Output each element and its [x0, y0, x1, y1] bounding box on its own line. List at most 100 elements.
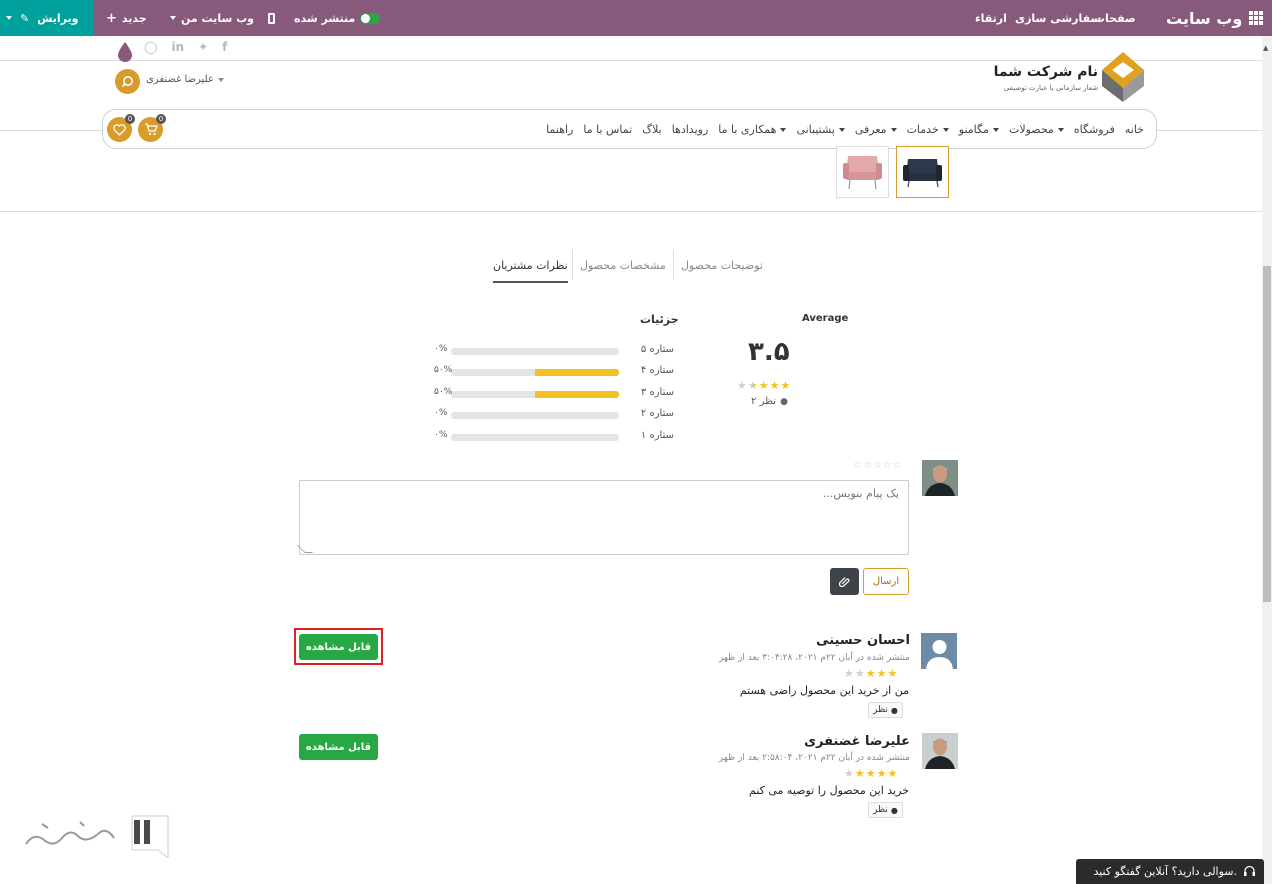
blue-sofa-image	[903, 159, 942, 188]
apps-grid-icon	[1249, 11, 1263, 25]
user-photo-image	[922, 460, 958, 496]
highlight-box	[294, 628, 383, 665]
nav-services[interactable]: خدمات	[907, 123, 949, 136]
star-full-icon: ★	[865, 667, 876, 680]
search-button[interactable]	[115, 69, 140, 94]
chevron-down-icon	[170, 16, 176, 20]
average-label: Average	[802, 313, 849, 324]
nav-products-label: محصولات	[1008, 123, 1054, 136]
reply-button[interactable]: نظر ●	[868, 702, 903, 718]
nav-about-label: معرفی	[854, 123, 887, 136]
user-name-label: علیرضا غضنفری	[146, 74, 214, 85]
edit-button[interactable]: ✎ ویرایش	[0, 0, 94, 36]
tab-specifications[interactable]: مشخصات محصول	[580, 250, 666, 283]
cart-count-badge: 0	[156, 114, 166, 124]
social-links: ◯ in ✦ f	[144, 40, 227, 54]
rating-row-label: ۳ ستاره	[640, 387, 674, 398]
product-thumbnail-pink-sofa[interactable]	[836, 146, 889, 198]
star-empty-icon[interactable]: ☆	[883, 461, 892, 471]
composer-rating-stars[interactable]: ☆ ☆ ☆ ☆ ☆	[853, 461, 902, 471]
nav-careers-label: همکاری با ما	[718, 123, 777, 136]
facebook-icon[interactable]: f	[222, 40, 227, 54]
nav-support-label: پشتیبانی	[796, 123, 835, 136]
star-full-icon: ★	[876, 667, 887, 680]
rating-row-2: ۲ ستاره ۰%	[420, 408, 680, 422]
review-text: خرید این محصول را توصیه می کنم	[749, 784, 909, 797]
nav-shop[interactable]: فروشگاه	[1074, 123, 1115, 136]
product-thumbnail-blue-sofa[interactable]	[896, 146, 949, 198]
nav-products[interactable]: محصولات	[1009, 123, 1064, 136]
menu-customize[interactable]: سفارشی سازی	[1015, 0, 1101, 36]
chevron-down-icon	[942, 127, 949, 132]
cart-button[interactable]: 0	[138, 114, 166, 142]
tab-customer-reviews[interactable]: نظرات مشتریان	[493, 250, 568, 283]
nav-careers[interactable]: همکاری با ما	[718, 123, 787, 136]
mobile-icon	[268, 12, 275, 24]
rating-bar-track	[451, 369, 619, 376]
star-empty-icon: ★	[844, 667, 854, 680]
star-empty-icon[interactable]: ☆	[873, 461, 882, 471]
menu-pages[interactable]: صفحات	[1094, 0, 1136, 36]
comment-icon: ●	[890, 705, 898, 715]
my-website-dropdown[interactable]: وب سایت من	[170, 0, 254, 36]
mobile-preview-button[interactable]	[268, 0, 275, 36]
apps-menu[interactable]	[1249, 0, 1263, 36]
review-text: من از خرید این محصول راضی هستم	[739, 684, 909, 697]
logo-slogan: شعار سازمانی یا عبارت توصیفی	[1003, 84, 1098, 92]
headset-icon	[1244, 865, 1255, 876]
nav-menu: خانه فروشگاه محصولات مگامنو خدمات معرفی …	[546, 123, 1144, 136]
star-empty-icon[interactable]: ☆	[893, 461, 902, 471]
publish-toggle[interactable]: منتشر شده	[294, 0, 381, 36]
rating-bar-track	[451, 412, 619, 419]
paperclip-icon	[839, 577, 850, 587]
send-button[interactable]: ارسال	[863, 568, 909, 595]
star-full-icon: ★	[887, 667, 898, 680]
scroll-up-icon[interactable]: ▲	[1263, 44, 1268, 52]
star-full-icon: ★	[780, 379, 791, 392]
instagram-icon[interactable]: ◯	[144, 40, 157, 54]
nav-about[interactable]: معرفی	[855, 123, 897, 136]
rating-bar-track	[451, 348, 619, 355]
star-empty-icon[interactable]: ☆	[853, 461, 862, 471]
attach-button[interactable]	[830, 568, 859, 595]
rating-bar-track	[451, 434, 619, 441]
menu-upgrade[interactable]: ارتقاء	[975, 0, 1007, 36]
star-full-icon: ★	[876, 767, 887, 780]
visibility-button[interactable]: قابل مشاهده	[299, 734, 378, 760]
wishlist-button[interactable]: 0	[107, 114, 135, 142]
live-chat-button[interactable]: سوالی دارید؟ آنلاین گفتگو کنید.	[1076, 859, 1264, 884]
star-empty-icon[interactable]: ☆	[863, 461, 872, 471]
product-tabs: توضیحات محصول مشخصات محصول نظرات مشتریان	[470, 250, 770, 283]
nav-blog[interactable]: بلاگ	[642, 123, 661, 136]
wishlist-count-badge: 0	[125, 114, 135, 124]
star-empty-icon: ★	[854, 667, 865, 680]
chevron-down-icon	[992, 127, 999, 132]
nav-events[interactable]: رویدادها	[672, 123, 709, 136]
heart-icon	[113, 123, 126, 136]
nav-support[interactable]: پشتیبانی	[796, 123, 845, 136]
review-stars: ★ ★ ★ ★ ★	[844, 668, 897, 679]
page-scrollbar[interactable]: ▲	[1262, 36, 1272, 884]
company-logo[interactable]: نام شرکت شما شعار سازمانی یا عبارت توصیف…	[994, 50, 1146, 104]
nav-services-label: خدمات	[906, 123, 939, 136]
edit-caret-icon[interactable]	[6, 16, 12, 20]
nav-contact[interactable]: تماس با ما	[583, 123, 632, 136]
website-brand[interactable]: وب سایت	[1166, 0, 1242, 36]
avatar	[921, 633, 957, 669]
toggle-switch-icon[interactable]	[360, 12, 381, 24]
rating-row-label: ۵ ستاره	[640, 344, 674, 355]
nav-help[interactable]: راهنما	[546, 123, 573, 136]
scrollbar-thumb[interactable]	[1263, 266, 1271, 602]
user-menu[interactable]: علیرضا غضنفری	[146, 74, 224, 85]
nav-megamenu[interactable]: مگامنو	[959, 123, 999, 136]
average-stars: ★ ★ ★ ★ ★	[737, 380, 790, 391]
message-input[interactable]: یک پیام بنویس...	[299, 480, 909, 555]
tab-description[interactable]: توضیحات محصول	[681, 250, 763, 283]
new-button[interactable]: + جدید	[106, 0, 147, 36]
twitter-icon[interactable]: ✦	[198, 40, 208, 54]
comment-icon: ●	[780, 396, 788, 407]
live-chat-label: سوالی دارید؟ آنلاین گفتگو کنید.	[1093, 865, 1237, 878]
reply-button[interactable]: نظر ●	[868, 802, 903, 818]
linkedin-icon[interactable]: in	[171, 40, 184, 54]
nav-home[interactable]: خانه	[1125, 123, 1144, 136]
